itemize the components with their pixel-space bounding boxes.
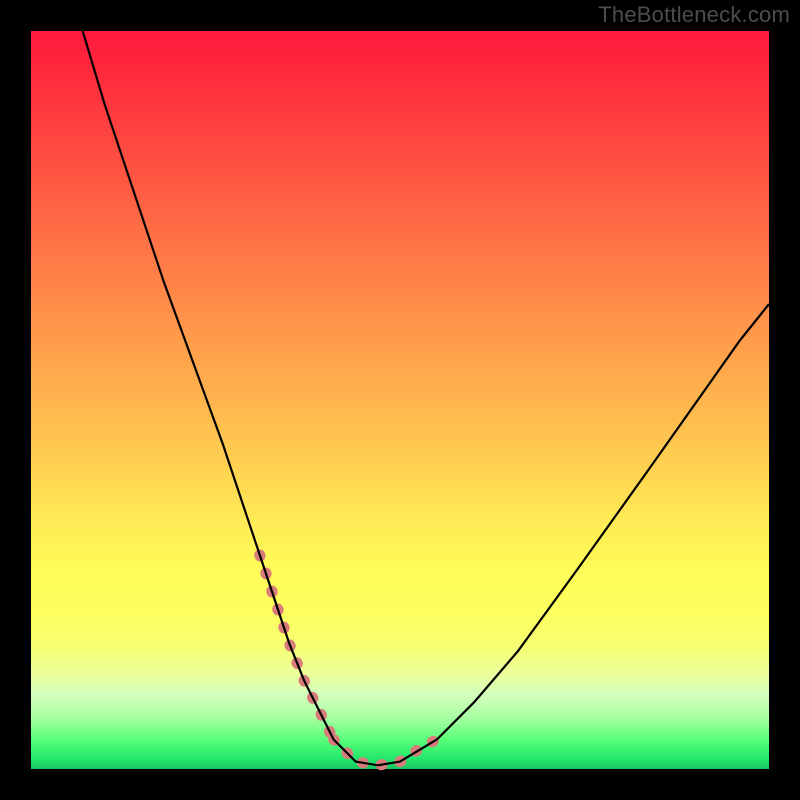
bottleneck-curve [83, 31, 769, 765]
highlight-left-arm [260, 555, 334, 740]
watermark-text: TheBottleneck.com [598, 2, 790, 28]
highlight-segments [260, 555, 437, 765]
curve-layer [31, 31, 769, 769]
plot-area [31, 31, 769, 769]
chart-frame: TheBottleneck.com [0, 0, 800, 800]
highlight-bottom [334, 739, 400, 765]
